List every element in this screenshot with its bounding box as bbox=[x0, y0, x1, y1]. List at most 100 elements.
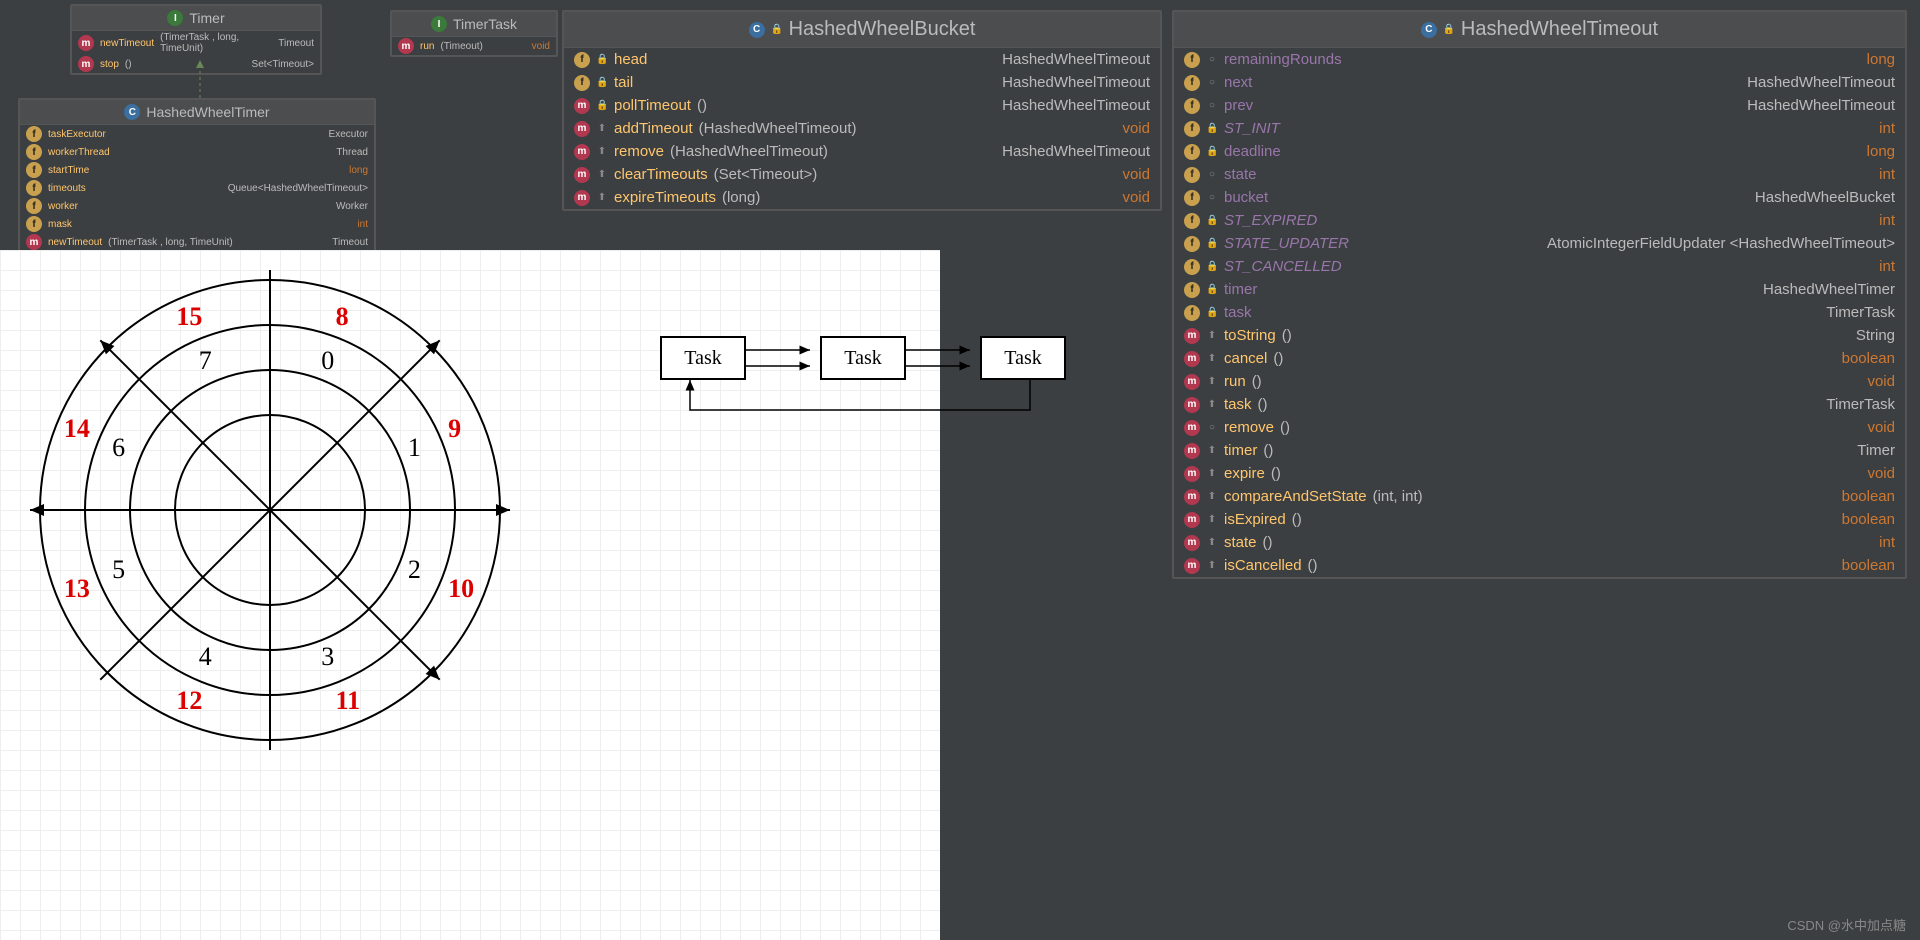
method-icon: m bbox=[1184, 443, 1200, 459]
panel-title: TimerTask bbox=[453, 16, 517, 32]
member-row: ftimeoutsQueue<HashedWheelTimeout> bbox=[20, 179, 374, 197]
member-row: m⬆toString()String bbox=[1174, 324, 1905, 347]
modifier-icon: 🔒 bbox=[1206, 215, 1218, 226]
modifier-icon: ○ bbox=[1206, 100, 1218, 111]
member-row: m⬆timer()Timer bbox=[1174, 439, 1905, 462]
member-type: void bbox=[532, 41, 550, 52]
member-row: m○remove()void bbox=[1174, 416, 1905, 439]
member-name: expireTimeouts bbox=[614, 189, 716, 206]
member-type: int bbox=[1879, 166, 1895, 183]
member-params: (int, int) bbox=[1373, 488, 1423, 505]
method-icon: m bbox=[1184, 558, 1200, 574]
rows: f🔒headHashedWheelTimeoutf🔒tailHashedWhee… bbox=[564, 48, 1160, 209]
member-type: void bbox=[1867, 419, 1895, 436]
member-name: worker bbox=[48, 201, 78, 212]
modifier-icon: 🔒 bbox=[1206, 238, 1218, 249]
wheel-inner-label: 3 bbox=[321, 642, 334, 672]
member-name: state bbox=[1224, 166, 1257, 183]
member-row: f🔒deadlinelong bbox=[1174, 140, 1905, 163]
member-name: head bbox=[614, 51, 647, 68]
class-icon: C bbox=[749, 22, 765, 38]
member-name: newTimeout bbox=[100, 38, 154, 49]
member-params: (long) bbox=[722, 189, 760, 206]
modifier-icon: ⬆ bbox=[596, 146, 608, 157]
member-name: stop bbox=[100, 59, 119, 70]
member-name: run bbox=[1224, 373, 1246, 390]
modifier-icon: ○ bbox=[1206, 169, 1218, 180]
hashed-wheel-bucket-panel: C 🔒 HashedWheelBucket f🔒headHashedWheelT… bbox=[562, 10, 1162, 211]
member-type: void bbox=[1122, 120, 1150, 137]
field-icon: f bbox=[574, 75, 590, 91]
member-type: void bbox=[1122, 189, 1150, 206]
member-name: pollTimeout bbox=[614, 97, 691, 114]
member-name: workerThread bbox=[48, 147, 110, 158]
member-name: remove bbox=[1224, 419, 1274, 436]
member-type: TimerTask bbox=[1826, 396, 1895, 413]
member-name: state bbox=[1224, 534, 1257, 551]
modifier-icon: ⬆ bbox=[1206, 514, 1218, 525]
member-type: HashedWheelTimer bbox=[1763, 281, 1895, 298]
field-icon: f bbox=[26, 144, 42, 160]
member-row: fmaskint bbox=[20, 215, 374, 233]
field-icon: f bbox=[26, 180, 42, 196]
field-icon: f bbox=[574, 52, 590, 68]
member-row: f○bucketHashedWheelBucket bbox=[1174, 186, 1905, 209]
modifier-icon: 🔒 bbox=[596, 54, 608, 65]
member-name: tail bbox=[614, 74, 633, 91]
member-row: ftaskExecutorExecutor bbox=[20, 125, 374, 143]
member-type: void bbox=[1867, 465, 1895, 482]
member-type: long bbox=[349, 165, 368, 176]
member-name: remove bbox=[614, 143, 664, 160]
member-row: mrun(Timeout)void bbox=[392, 37, 556, 55]
member-name: task bbox=[1224, 304, 1252, 321]
member-row: f🔒headHashedWheelTimeout bbox=[564, 48, 1160, 71]
member-type: Queue<HashedWheelTimeout> bbox=[228, 183, 368, 194]
modifier-icon: ⬆ bbox=[596, 192, 608, 203]
member-name: ST_EXPIRED bbox=[1224, 212, 1317, 229]
field-icon: f bbox=[1184, 75, 1200, 91]
member-type: Thread bbox=[336, 147, 368, 158]
member-row: f○prevHashedWheelTimeout bbox=[1174, 94, 1905, 117]
modifier-icon: ⬆ bbox=[1206, 445, 1218, 456]
method-icon: m bbox=[1184, 397, 1200, 413]
member-name: bucket bbox=[1224, 189, 1268, 206]
member-params: () bbox=[697, 97, 707, 114]
field-icon: f bbox=[1184, 213, 1200, 229]
member-row: m⬆task()TimerTask bbox=[1174, 393, 1905, 416]
wheel-outer-label: 13 bbox=[64, 574, 90, 604]
member-type: boolean bbox=[1842, 488, 1895, 505]
method-icon: m bbox=[1184, 512, 1200, 528]
panel-title: Timer bbox=[189, 10, 224, 26]
method-icon: m bbox=[574, 190, 590, 206]
method-icon: m bbox=[78, 35, 94, 51]
field-icon: f bbox=[1184, 144, 1200, 160]
modifier-icon: ⬆ bbox=[1206, 560, 1218, 571]
member-params: (HashedWheelTimeout) bbox=[699, 120, 857, 137]
member-row: f🔒tailHashedWheelTimeout bbox=[564, 71, 1160, 94]
modifier-icon: ⬆ bbox=[596, 169, 608, 180]
member-type: HashedWheelBucket bbox=[1755, 189, 1895, 206]
member-type: long bbox=[1867, 51, 1895, 68]
member-name: next bbox=[1224, 74, 1252, 91]
class-icon: C bbox=[1421, 22, 1437, 38]
member-name: taskExecutor bbox=[48, 129, 106, 140]
member-name: expire bbox=[1224, 465, 1265, 482]
member-name: compareAndSetState bbox=[1224, 488, 1367, 505]
wheel-outer-label: 11 bbox=[336, 686, 361, 716]
member-name: STATE_UPDATER bbox=[1224, 235, 1349, 252]
member-name: deadline bbox=[1224, 143, 1281, 160]
field-icon: f bbox=[1184, 282, 1200, 298]
member-name: clearTimeouts bbox=[614, 166, 708, 183]
modifier-icon: ⬆ bbox=[1206, 468, 1218, 479]
member-type: void bbox=[1867, 373, 1895, 390]
modifier-icon: 🔒 bbox=[1206, 307, 1218, 318]
wheel-svg bbox=[30, 270, 510, 750]
wheel-diagram-area: 0123456789101112131415 TaskTaskTask bbox=[0, 250, 940, 940]
member-name: run bbox=[420, 41, 434, 52]
panel-title: HashedWheelBucket bbox=[789, 18, 976, 41]
member-type: long bbox=[1867, 143, 1895, 160]
member-row: m⬆cancel()boolean bbox=[1174, 347, 1905, 370]
member-type: int bbox=[1879, 534, 1895, 551]
field-icon: f bbox=[1184, 167, 1200, 183]
watermark: CSDN @水中加点糖 bbox=[1787, 915, 1906, 934]
